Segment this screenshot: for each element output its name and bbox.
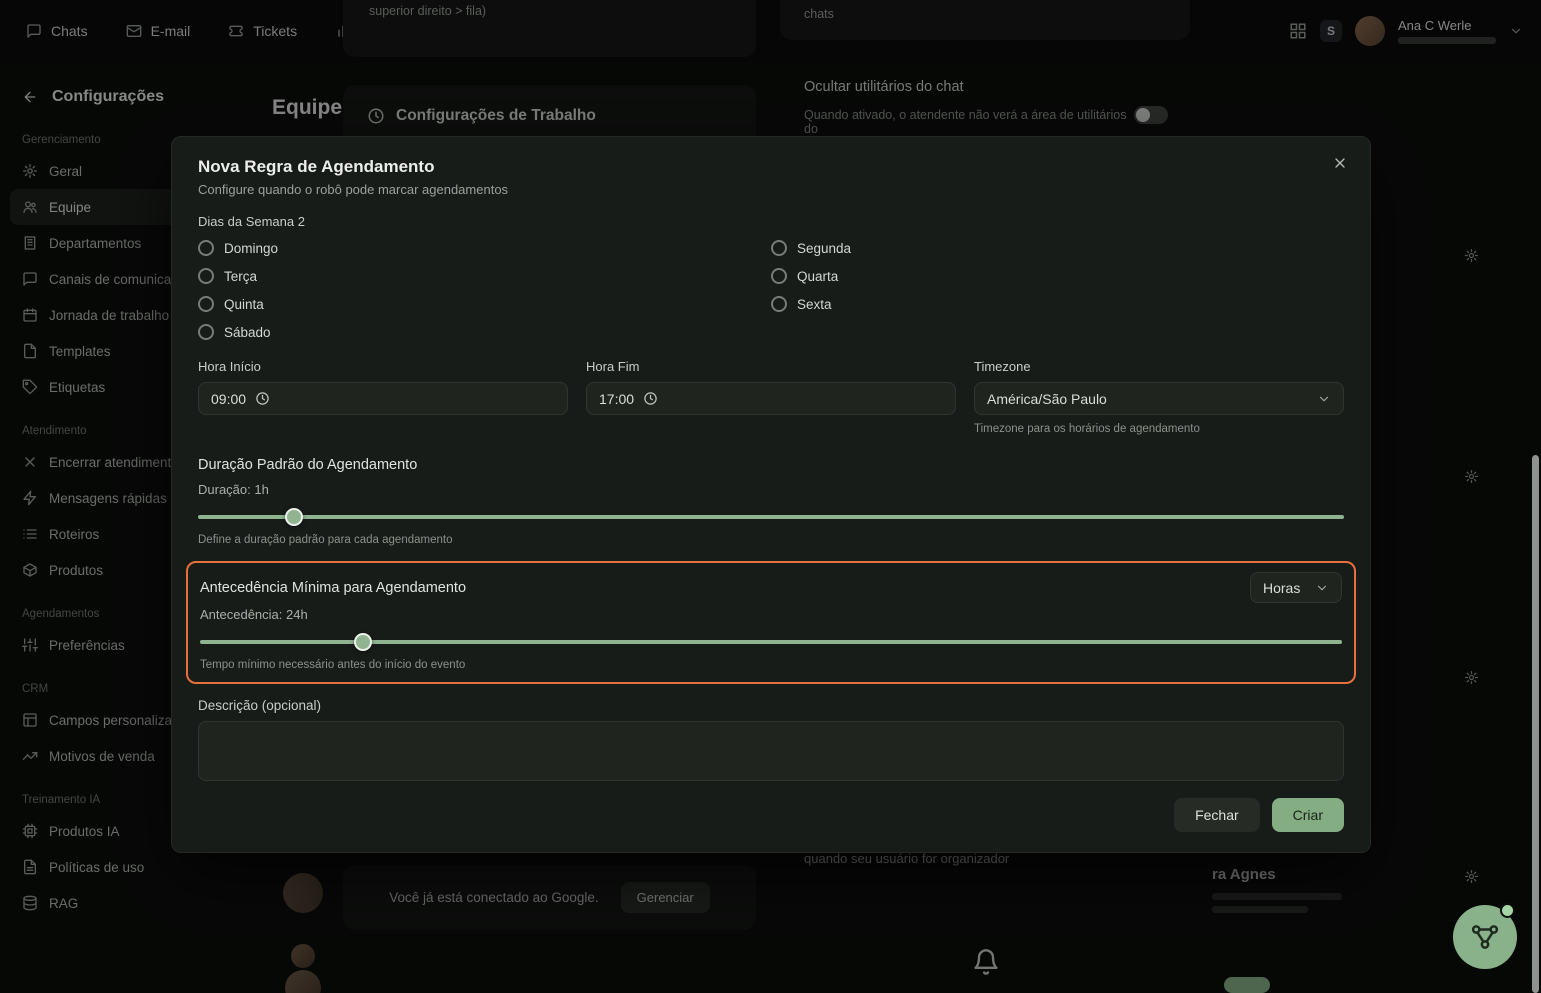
timezone-value: América/São Paulo [987, 390, 1107, 407]
radio-circle [198, 268, 214, 284]
day-label: Terça [224, 268, 258, 284]
timezone-field: Timezone América/São Paulo Timezone para… [974, 359, 1344, 435]
hora-fim-value: 17:00 [599, 390, 635, 407]
timezone-label: Timezone [974, 359, 1031, 374]
radio-circle [771, 296, 787, 312]
scrollbar[interactable] [1532, 455, 1539, 993]
hora-fim-label: Hora Fim [586, 359, 640, 374]
slider-track [198, 515, 1344, 519]
criar-button[interactable]: Criar [1271, 798, 1344, 832]
timezone-helper: Timezone para os horários de agendamento [974, 423, 1200, 435]
days-grid: Domingo Segunda Terça Quarta Quinta Sext… [198, 234, 1344, 346]
day-label: Sábado [224, 324, 271, 340]
day-option-sexta[interactable]: Sexta [771, 290, 1344, 318]
antecedencia-title: Antecedência Mínima para Agendamento [200, 579, 467, 596]
day-option-domingo[interactable]: Domingo [198, 234, 771, 262]
day-option-terca[interactable]: Terça [198, 262, 771, 290]
radio-circle [198, 296, 214, 312]
radio-circle [771, 268, 787, 284]
duracao-value: Duração: 1h [198, 482, 269, 497]
clock-icon[interactable] [643, 391, 658, 406]
day-label: Quinta [224, 296, 264, 312]
duracao-slider-thumb[interactable] [285, 508, 304, 526]
modal-subtitle: Configure quando o robô pode marcar agen… [198, 182, 509, 197]
workflow-icon [1470, 922, 1500, 952]
chevron-down-icon [1317, 392, 1331, 406]
clock-icon[interactable] [255, 391, 270, 406]
radio-circle [198, 324, 214, 340]
unit-select[interactable]: Horas [1250, 572, 1342, 603]
descricao-textarea[interactable] [198, 721, 1344, 781]
day-label: Domingo [224, 240, 279, 256]
day-label: Sexta [797, 296, 832, 312]
antecedencia-value: Antecedência: 24h [200, 607, 308, 622]
workflow-fab-button[interactable] [1453, 903, 1517, 969]
fab-badge [1500, 903, 1515, 918]
radio-circle [771, 240, 787, 256]
antecedencia-section: Antecedência Mínima para Agendamento Hor… [186, 561, 1356, 684]
hora-inicio-value: 09:00 [211, 390, 247, 407]
antecedencia-slider[interactable] [200, 633, 1342, 651]
duracao-title: Duração Padrão do Agendamento [198, 457, 418, 473]
fechar-button[interactable]: Fechar [1174, 798, 1260, 832]
day-option-quarta[interactable]: Quarta [771, 262, 1344, 290]
duracao-helper: Define a duração padrão para cada agenda… [198, 534, 453, 546]
hora-inicio-label: Hora Início [198, 359, 261, 374]
hora-inicio-field: Hora Início 09:00 [198, 359, 568, 435]
new-rule-modal: Nova Regra de Agendamento Configure quan… [171, 136, 1371, 853]
day-label: Segunda [797, 240, 852, 256]
day-option-sabado[interactable]: Sábado [198, 318, 771, 346]
antecedencia-helper: Tempo mínimo necessário antes do início … [200, 659, 466, 671]
unit-value: Horas [1263, 579, 1301, 596]
hora-fim-input[interactable]: 17:00 [586, 382, 956, 415]
descricao-label: Descrição (opcional) [198, 698, 322, 713]
hora-inicio-input[interactable]: 09:00 [198, 382, 568, 415]
timezone-select[interactable]: América/São Paulo [974, 382, 1344, 415]
duracao-slider[interactable] [198, 508, 1344, 526]
close-icon[interactable] [1330, 153, 1350, 173]
time-fields-row: Hora Início 09:00 Hora Fim 17:00 Timezon… [198, 359, 1344, 435]
days-label: Dias da Semana 2 [198, 214, 305, 229]
modal-title: Nova Regra de Agendamento [198, 157, 435, 176]
hora-fim-field: Hora Fim 17:00 [586, 359, 956, 435]
day-option-segunda[interactable]: Segunda [771, 234, 1344, 262]
chevron-down-icon [1315, 581, 1329, 595]
day-option-quinta[interactable]: Quinta [198, 290, 771, 318]
modal-footer: Fechar Criar [198, 798, 1344, 832]
antecedencia-slider-thumb[interactable] [354, 633, 373, 651]
radio-circle [198, 240, 214, 256]
day-label: Quarta [797, 268, 839, 284]
